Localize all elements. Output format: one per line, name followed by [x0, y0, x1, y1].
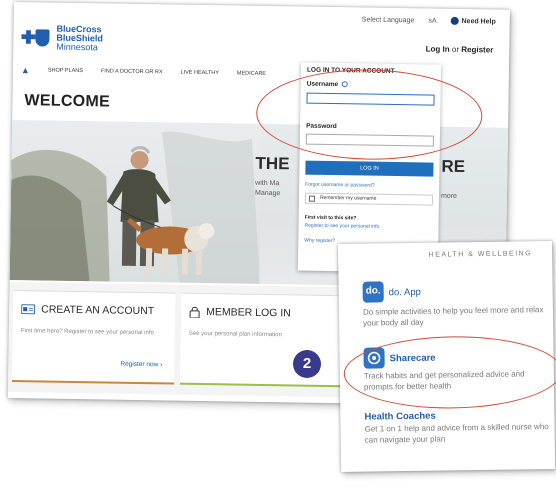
member-login-title: MEMBER LOG IN	[206, 306, 291, 320]
main-nav: ▲ SHOP PLANS FIND A DOCTOR OR RX LIVE HE…	[21, 65, 266, 79]
why-register-link[interactable]: Why register?	[304, 238, 335, 244]
health-wellbeing-title: HEALTH & WELLBEING	[428, 250, 533, 259]
login-link[interactable]: Log In	[426, 44, 450, 53]
hero-more-link[interactable]: more	[441, 193, 457, 200]
member-login-desc: See your personal plan information	[188, 330, 282, 339]
health-wellbeing-panel: HEALTH & WELLBEING do. do. App Do simple…	[338, 241, 556, 472]
nav-item-shop-plans[interactable]: SHOP PLANS	[48, 68, 83, 75]
highlight-ring-sharecare	[343, 334, 556, 410]
register-now-label: Register now	[120, 360, 159, 369]
forgot-credentials-link[interactable]: Forgot username or password?	[305, 182, 375, 189]
nav-item-live-healthy[interactable]: LIVE HEALTHY	[180, 70, 219, 77]
page-title: WELCOME	[24, 92, 111, 111]
do-app-link[interactable]: do. App	[389, 287, 421, 298]
create-account-heading: CREATE AN ACCOUNT	[21, 303, 154, 317]
create-account-title: CREATE AN ACCOUNT	[41, 303, 155, 318]
do-app-desc: Do simple activities to help you feel mo…	[362, 305, 544, 328]
id-card-icon	[21, 304, 36, 315]
login-button[interactable]: LOG IN	[305, 160, 434, 177]
lock-icon	[189, 306, 200, 318]
hero-subtext: with Ma Manage	[255, 179, 281, 199]
brand-wordmark: BlueCross BlueShield Minnesota	[56, 24, 103, 53]
first-visit-heading: First visit to this site?	[304, 214, 357, 222]
utility-bar: Select Language sA Need Help	[362, 15, 496, 25]
chevron-right-icon: ›	[160, 361, 163, 369]
create-account-desc: First time here? Register to see your pe…	[20, 328, 154, 337]
hero-headline-start: THE	[255, 153, 290, 174]
create-account-card[interactable]: CREATE AN ACCOUNT First time here? Regis…	[12, 290, 176, 383]
need-help-label: Need Help	[461, 17, 496, 26]
nav-item-medicare[interactable]: MEDICARE	[237, 71, 266, 77]
health-coaches-desc: Get 1 on 1 help and advice from a skille…	[364, 422, 549, 445]
font-size-control[interactable]: sA	[428, 17, 436, 24]
home-icon[interactable]: ▲	[21, 65, 30, 75]
step-number-badge: 2	[293, 350, 321, 378]
register-now-link[interactable]: Register now ›	[120, 361, 162, 369]
brand-state: Minnesota	[56, 41, 98, 53]
checkbox-icon	[308, 195, 315, 202]
brand-logo[interactable]: BlueCross BlueShield Minnesota	[21, 24, 103, 52]
register-link[interactable]: Register	[461, 45, 493, 55]
hero-subtext-line2: Manage	[254, 189, 281, 198]
or-separator: or	[451, 44, 460, 54]
login-register-links: Log In or Register	[426, 44, 494, 54]
cross-shield-icon	[21, 28, 51, 48]
member-login-heading: MEMBER LOG IN	[189, 306, 291, 320]
hero-photo-man-with-dog	[9, 119, 263, 284]
shield-icon	[35, 28, 50, 47]
language-selector[interactable]: Select Language	[362, 16, 415, 24]
remember-username-label: Remember my username	[319, 194, 377, 202]
help-icon	[450, 16, 459, 25]
do-app-logo: do.	[362, 281, 384, 303]
cross-icon	[21, 30, 35, 44]
hero-subtext-line1: with Ma	[255, 179, 280, 188]
need-help-link[interactable]: Need Help	[450, 16, 496, 26]
nav-item-find-doctor[interactable]: FIND A DOCTOR OR RX	[101, 68, 163, 75]
hero-headline-end: RE	[441, 156, 466, 177]
health-coaches-link[interactable]: Health Coaches	[364, 411, 435, 423]
register-prompt-link[interactable]: Register to see your personal info	[304, 223, 379, 230]
remember-username-checkbox[interactable]: Remember my username	[304, 192, 434, 206]
